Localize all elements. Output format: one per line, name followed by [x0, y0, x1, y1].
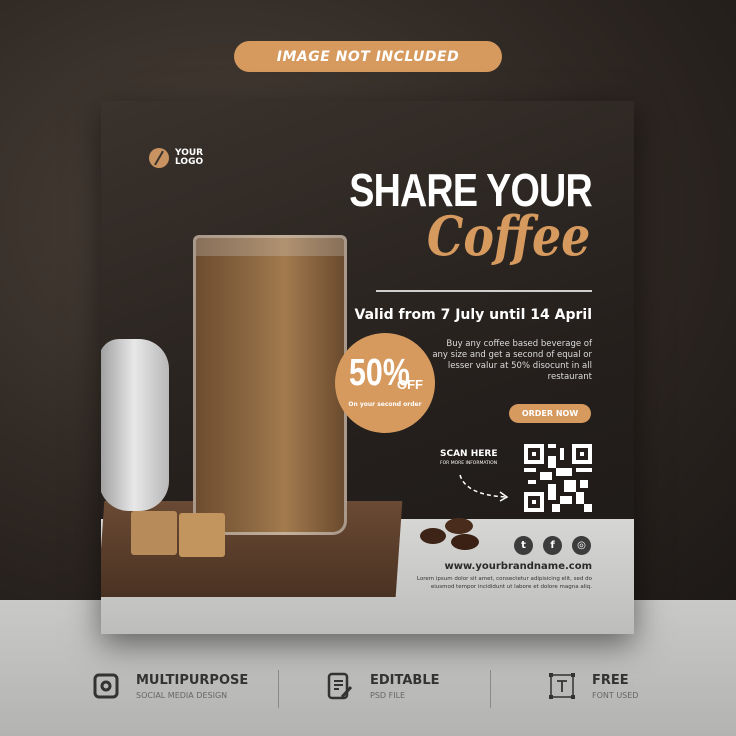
divider: [278, 670, 279, 708]
twitter-icon[interactable]: t: [514, 536, 533, 555]
feature-subtitle: SOCIAL MEDIA DESIGN: [136, 690, 228, 700]
facebook-icon[interactable]: f: [543, 536, 562, 555]
logo-text: YOUR LOGO: [175, 149, 203, 167]
qr-code[interactable]: [524, 444, 592, 512]
instagram-icon[interactable]: ◎: [572, 536, 591, 555]
image-not-included-badge: IMAGE NOT INCLUDED: [234, 41, 502, 72]
headline-script: Coffee: [426, 204, 590, 268]
feature-subtitle: PSD FILE: [370, 690, 406, 700]
feature-title: FREE: [592, 672, 629, 688]
promo-card: YOUR LOGO SHARE YOUR Coffee Valid from 7 …: [101, 101, 634, 634]
scan-label: SCAN HERE FOR MORE INFORMATION: [440, 449, 497, 466]
logo-line2: LOGO: [175, 157, 204, 167]
discount-subtext: On your second order: [348, 401, 422, 408]
divider: [376, 290, 592, 292]
order-now-button[interactable]: ORDER NOW: [509, 404, 591, 423]
arrow-icon: [459, 474, 509, 502]
coffee-beans: [420, 518, 479, 550]
discount-off: OFF: [397, 377, 423, 392]
milk-pitcher: [101, 339, 169, 511]
text-tool-icon: [549, 673, 575, 699]
camera-icon: [93, 673, 119, 699]
coffee-bean-icon: [149, 148, 169, 168]
feature-editable: EDITABLE PSD FILE: [326, 672, 440, 700]
feature-title: MULTIPURPOSE: [136, 672, 249, 688]
validity-text: Valid from 7 July until 14 April: [354, 307, 593, 323]
discount-circle: 50% OFF On your second order: [335, 333, 435, 433]
feature-subtitle: FONT USED: [592, 690, 639, 700]
sugar-cube: [179, 513, 225, 557]
brand-logo: YOUR LOGO: [149, 148, 203, 168]
feature-free-font: FREE FONT USED: [548, 672, 638, 700]
document-edit-icon: [327, 672, 353, 700]
footer-text: Lorem ipsum dolor sit amet, consectetur …: [416, 576, 592, 590]
offer-description: Buy any coffee based beverage of any siz…: [432, 339, 592, 382]
scan-subtitle: FOR MORE INFORMATION: [440, 461, 498, 466]
divider: [490, 670, 491, 708]
feature-multipurpose: MULTIPURPOSE SOCIAL MEDIA DESIGN: [92, 672, 248, 700]
scan-title: SCAN HERE: [440, 449, 498, 459]
coffee-glass: [193, 235, 347, 535]
sugar-cube: [131, 511, 177, 555]
website-url[interactable]: www.yourbrandname.com: [444, 561, 592, 572]
feature-title: EDITABLE: [370, 672, 440, 688]
